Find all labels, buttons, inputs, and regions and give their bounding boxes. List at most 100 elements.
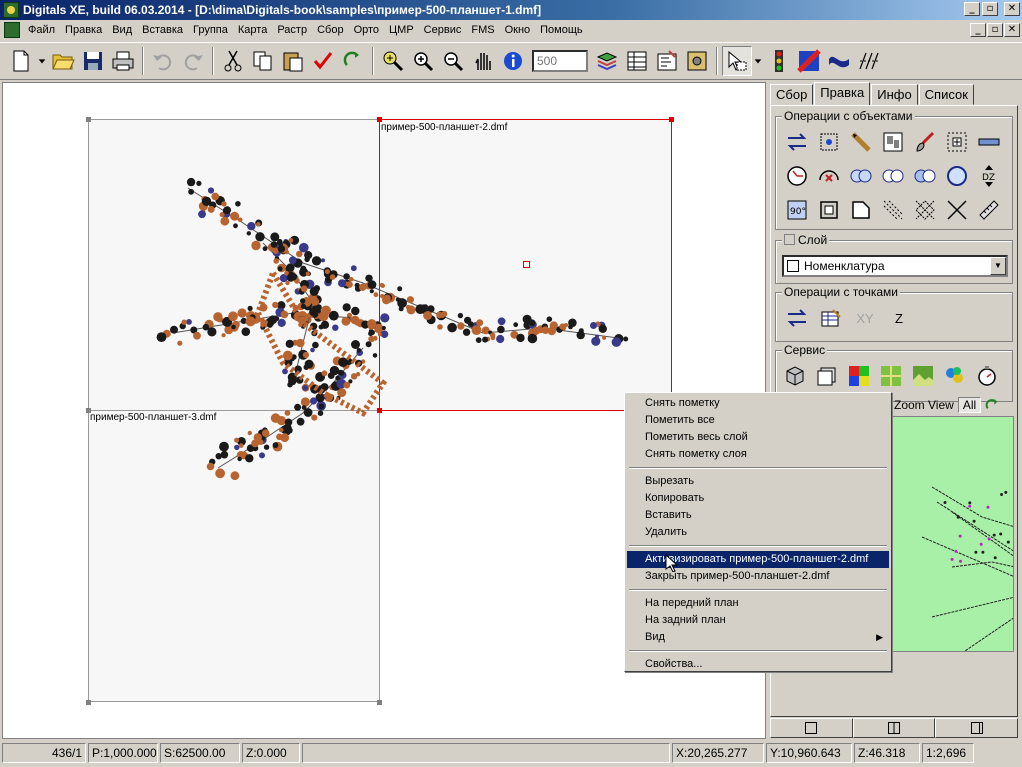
cross-lines-icon[interactable] [944, 197, 970, 223]
raster-icon[interactable] [794, 46, 824, 76]
color-grid-icon[interactable] [846, 363, 872, 389]
z-edit-button[interactable]: Z [886, 305, 912, 331]
settings-icon[interactable] [682, 46, 712, 76]
layout-single-button[interactable] [770, 718, 853, 738]
xy-edit-button[interactable]: XY [852, 305, 878, 331]
menu-map[interactable]: Карта [233, 20, 272, 40]
mdi-minimize-button[interactable]: _ [970, 23, 986, 37]
refresh-icon[interactable] [338, 46, 368, 76]
ctx-paste[interactable]: Вставить [627, 507, 889, 524]
ctx-send-back[interactable]: На задний план [627, 612, 889, 629]
menu-insert[interactable]: Вставка [137, 20, 188, 40]
edit-table-icon[interactable] [818, 305, 844, 331]
intersect-icon[interactable] [880, 163, 906, 189]
stopwatch-icon[interactable] [974, 363, 1000, 389]
menu-window[interactable]: Окно [500, 20, 536, 40]
zoom-out-icon[interactable] [438, 46, 468, 76]
ctx-cut[interactable]: Вырезать [627, 473, 889, 490]
brush-icon[interactable] [912, 129, 938, 155]
menu-view[interactable]: Вид [107, 20, 137, 40]
vector-icon[interactable] [854, 46, 884, 76]
pencil-icon[interactable] [848, 129, 874, 155]
chevron-down-icon[interactable]: ▼ [990, 257, 1006, 275]
table-icon[interactable] [622, 46, 652, 76]
layout-split-button[interactable] [852, 718, 936, 738]
dz-height-icon[interactable]: DZ [976, 163, 1002, 189]
tab-edit[interactable]: Правка [814, 82, 871, 105]
cut-corner-icon[interactable] [848, 197, 874, 223]
menu-raster[interactable]: Растр [272, 20, 312, 40]
image-icon[interactable] [910, 363, 936, 389]
circle-icon[interactable] [944, 163, 970, 189]
properties-icon[interactable] [652, 46, 682, 76]
cube-icon[interactable] [782, 363, 808, 389]
ctx-properties[interactable]: Свойства... [627, 656, 889, 673]
vertex-edit-icon[interactable] [816, 129, 842, 155]
union-icon[interactable] [848, 163, 874, 189]
menu-edit[interactable]: Правка [60, 20, 107, 40]
rotate-90-icon[interactable]: 90° [784, 197, 810, 223]
layer-checkbox[interactable] [787, 260, 799, 272]
tab-collect[interactable]: Сбор [770, 84, 814, 105]
refresh-icon[interactable] [985, 398, 1000, 413]
zoom-window-icon[interactable] [378, 46, 408, 76]
zoom-in-icon[interactable] [408, 46, 438, 76]
rotate-icon[interactable] [784, 163, 810, 189]
layout-right-button[interactable] [935, 718, 1019, 738]
ctx-unmark-layer[interactable]: Снять пометку слоя [627, 446, 889, 463]
restore-button[interactable]: ▫ [982, 2, 998, 16]
layers-icon[interactable] [592, 46, 622, 76]
minimize-button[interactable]: _ [964, 2, 980, 16]
layer-visibility-toggle[interactable] [784, 234, 795, 245]
open-folder-icon[interactable] [48, 46, 78, 76]
menu-service[interactable]: Сервис [419, 20, 467, 40]
undo-icon[interactable] [148, 46, 178, 76]
copy-icon[interactable] [248, 46, 278, 76]
new-document-icon[interactable] [6, 46, 36, 76]
close-button[interactable]: ✕ [1004, 2, 1020, 16]
print-icon[interactable] [108, 46, 138, 76]
layer-select[interactable]: Номенклатура ▼ [782, 255, 1008, 277]
checkmark-icon[interactable] [308, 46, 338, 76]
save-icon[interactable] [78, 46, 108, 76]
redo-icon[interactable] [178, 46, 208, 76]
mdi-close-button[interactable]: ✕ [1004, 23, 1020, 37]
ctx-mark-all[interactable]: Пометить все [627, 412, 889, 429]
square-icon[interactable] [816, 197, 842, 223]
ctx-unmark[interactable]: Снять пометку [627, 395, 889, 412]
select-cursor-icon[interactable] [722, 46, 752, 76]
zoom-all-button[interactable]: All [957, 397, 982, 413]
ctx-delete[interactable]: Удалить [627, 524, 889, 541]
ruler-icon[interactable] [976, 197, 1002, 223]
tab-list[interactable]: Список [918, 84, 974, 105]
pan-hand-icon[interactable] [468, 46, 498, 76]
ctx-view-submenu[interactable]: Вид ▶ [627, 629, 889, 646]
ctx-mark-layer[interactable]: Пометить весь слой [627, 429, 889, 446]
mdi-restore-button[interactable]: ▫ [987, 23, 1003, 37]
menu-ortho[interactable]: Орто [349, 20, 384, 40]
menu-help[interactable]: Помощь [535, 20, 588, 40]
menu-dem[interactable]: ЦМР [384, 20, 419, 40]
dotted-diagonal-icon[interactable] [880, 197, 906, 223]
gems-icon[interactable] [942, 363, 968, 389]
scale-input[interactable] [532, 50, 588, 72]
ctx-bring-front[interactable]: На передний план [627, 595, 889, 612]
cut-icon[interactable] [218, 46, 248, 76]
info-icon[interactable] [498, 46, 528, 76]
zoom-view-minimap[interactable] [891, 416, 1014, 652]
center-point-icon[interactable] [944, 129, 970, 155]
chevron-down-icon[interactable] [36, 46, 48, 76]
wave-icon[interactable] [824, 46, 854, 76]
menu-fms[interactable]: FMS [466, 20, 499, 40]
menu-file[interactable]: Файл [23, 20, 60, 40]
grid-pattern-icon[interactable] [912, 197, 938, 223]
line-tool-icon[interactable] [976, 129, 1002, 155]
document-icon[interactable] [4, 22, 20, 38]
paste-icon[interactable] [278, 46, 308, 76]
menu-collect[interactable]: Сбор [312, 20, 348, 40]
menu-group[interactable]: Группа [188, 20, 233, 40]
traffic-light-icon[interactable] [764, 46, 794, 76]
swap-direction-icon[interactable] [784, 305, 810, 331]
image-mosaic-icon[interactable] [878, 363, 904, 389]
merge-objects-icon[interactable] [880, 129, 906, 155]
